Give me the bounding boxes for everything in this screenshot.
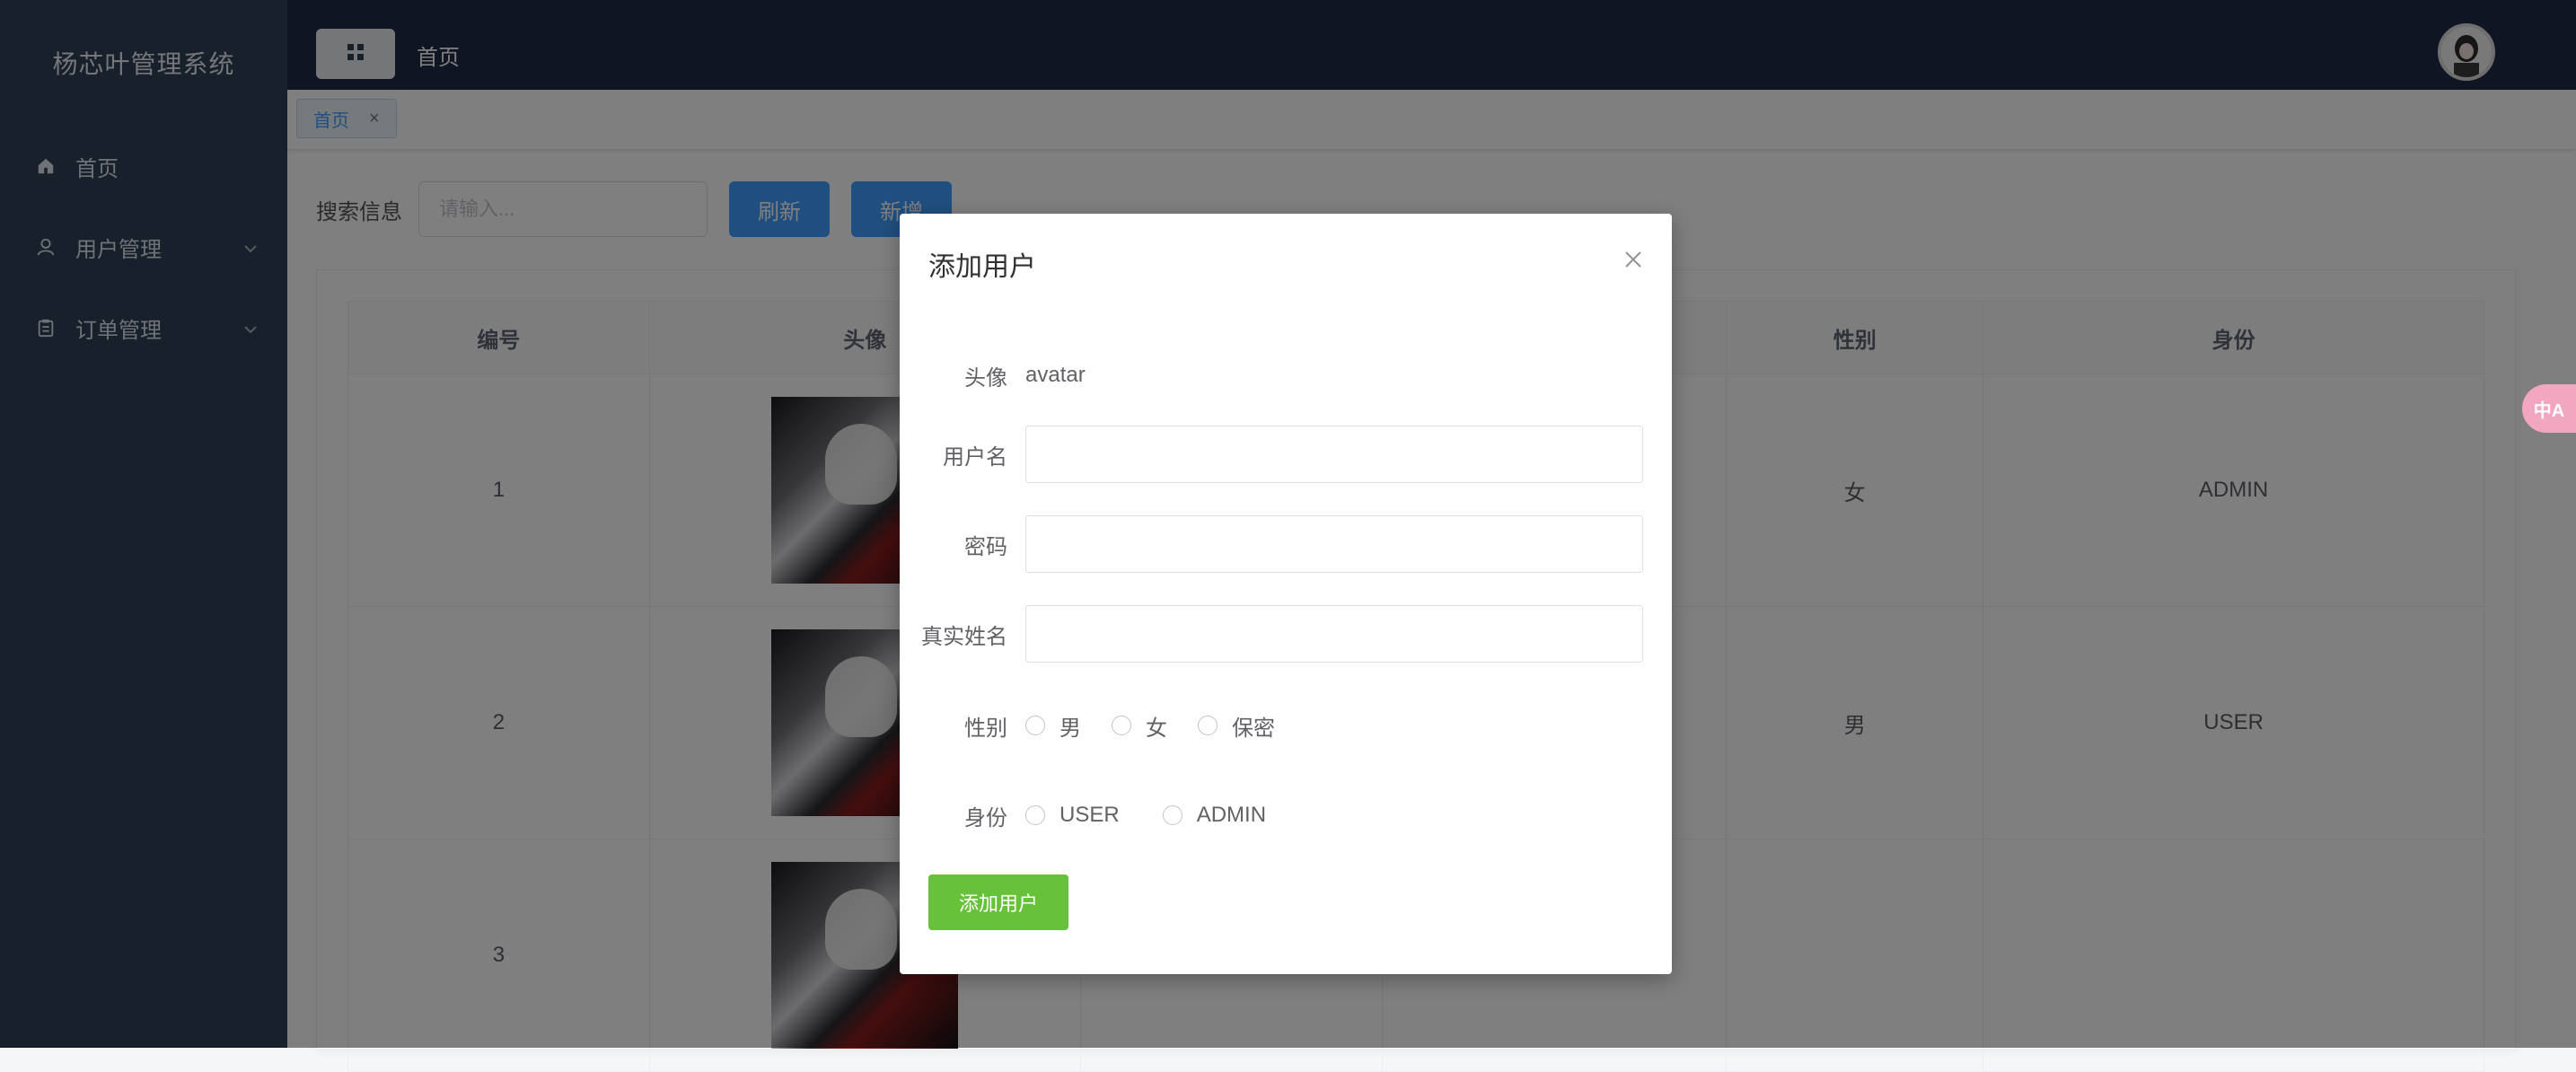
- dialog-title: 添加用户: [928, 252, 1036, 282]
- radio-label: USER: [1059, 803, 1120, 827]
- username-label: 用户名: [943, 444, 1007, 470]
- role-row: 身份 USER ADMIN: [900, 788, 1643, 842]
- radio-label: 男: [1059, 716, 1081, 741]
- role-label: 身份: [964, 805, 1007, 830]
- username-field[interactable]: [1025, 426, 1643, 483]
- radio-circle[interactable]: [1025, 716, 1045, 735]
- username-row: 用户名: [900, 426, 1643, 483]
- avatar-label: 头像: [964, 365, 1007, 391]
- realname-label: 真实姓名: [921, 624, 1007, 649]
- radio-circle[interactable]: [1162, 805, 1182, 825]
- password-field[interactable]: [1025, 515, 1643, 573]
- close-icon[interactable]: [1620, 246, 1647, 273]
- radio-label: 保密: [1232, 716, 1275, 741]
- radio-label: 女: [1146, 716, 1167, 741]
- realname-row: 真实姓名: [900, 605, 1643, 663]
- translate-button[interactable]: 中A: [2522, 384, 2576, 433]
- radio-circle[interactable]: [1112, 716, 1131, 735]
- role-radio-user[interactable]: USER: [1025, 803, 1120, 828]
- avatar-row: 头像 avatar: [900, 347, 1643, 404]
- password-label: 密码: [964, 534, 1007, 559]
- add-user-dialog: 添加用户 头像 avatar 用户名 密码 真实姓名 性别 男 女 保密 身份 …: [900, 214, 1672, 974]
- gender-radio-male[interactable]: 男: [1025, 710, 1081, 742]
- radio-label: ADMIN: [1196, 803, 1267, 827]
- translate-icon: 中A: [2533, 400, 2565, 421]
- add-user-button[interactable]: 添加用户: [928, 874, 1068, 930]
- password-row: 密码: [900, 515, 1643, 573]
- realname-field[interactable]: [1025, 605, 1643, 663]
- gender-radio-secret[interactable]: 保密: [1198, 710, 1275, 742]
- avatar-value[interactable]: avatar: [1025, 363, 1086, 388]
- radio-circle[interactable]: [1025, 805, 1045, 825]
- gender-label: 性别: [964, 716, 1007, 741]
- radio-circle[interactable]: [1198, 716, 1218, 735]
- role-radio-admin[interactable]: ADMIN: [1162, 803, 1267, 828]
- gender-radio-female[interactable]: 女: [1112, 710, 1167, 742]
- gender-row: 性别 男 女 保密: [900, 699, 1643, 752]
